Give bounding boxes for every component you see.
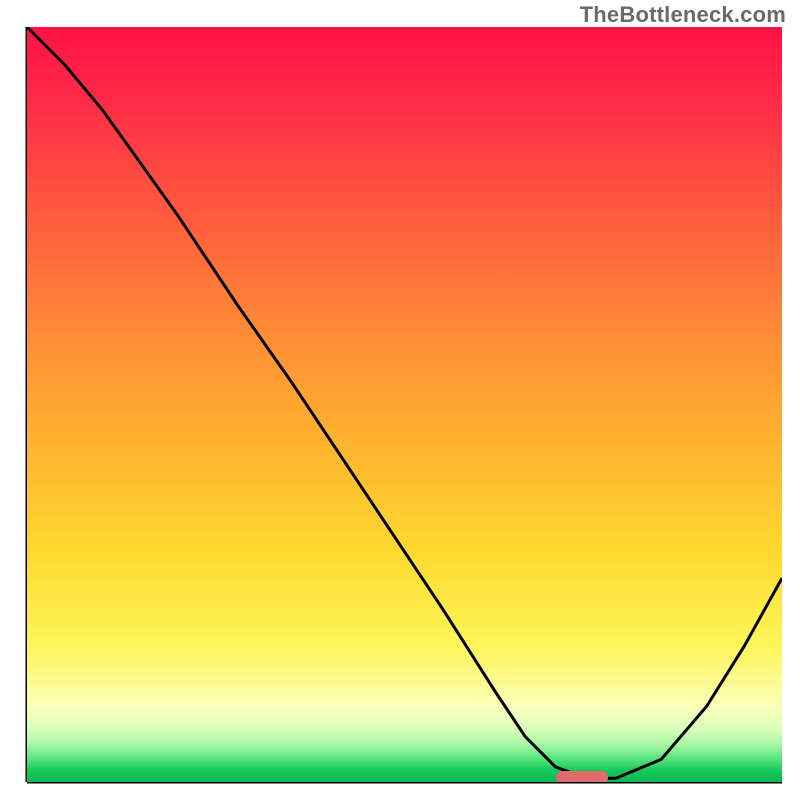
chart-container: TheBottleneck.com: [0, 0, 800, 800]
curve-layer: [27, 27, 782, 782]
bottleneck-curve: [27, 27, 782, 778]
optimum-marker: [556, 771, 609, 782]
plot-area: [27, 27, 782, 782]
